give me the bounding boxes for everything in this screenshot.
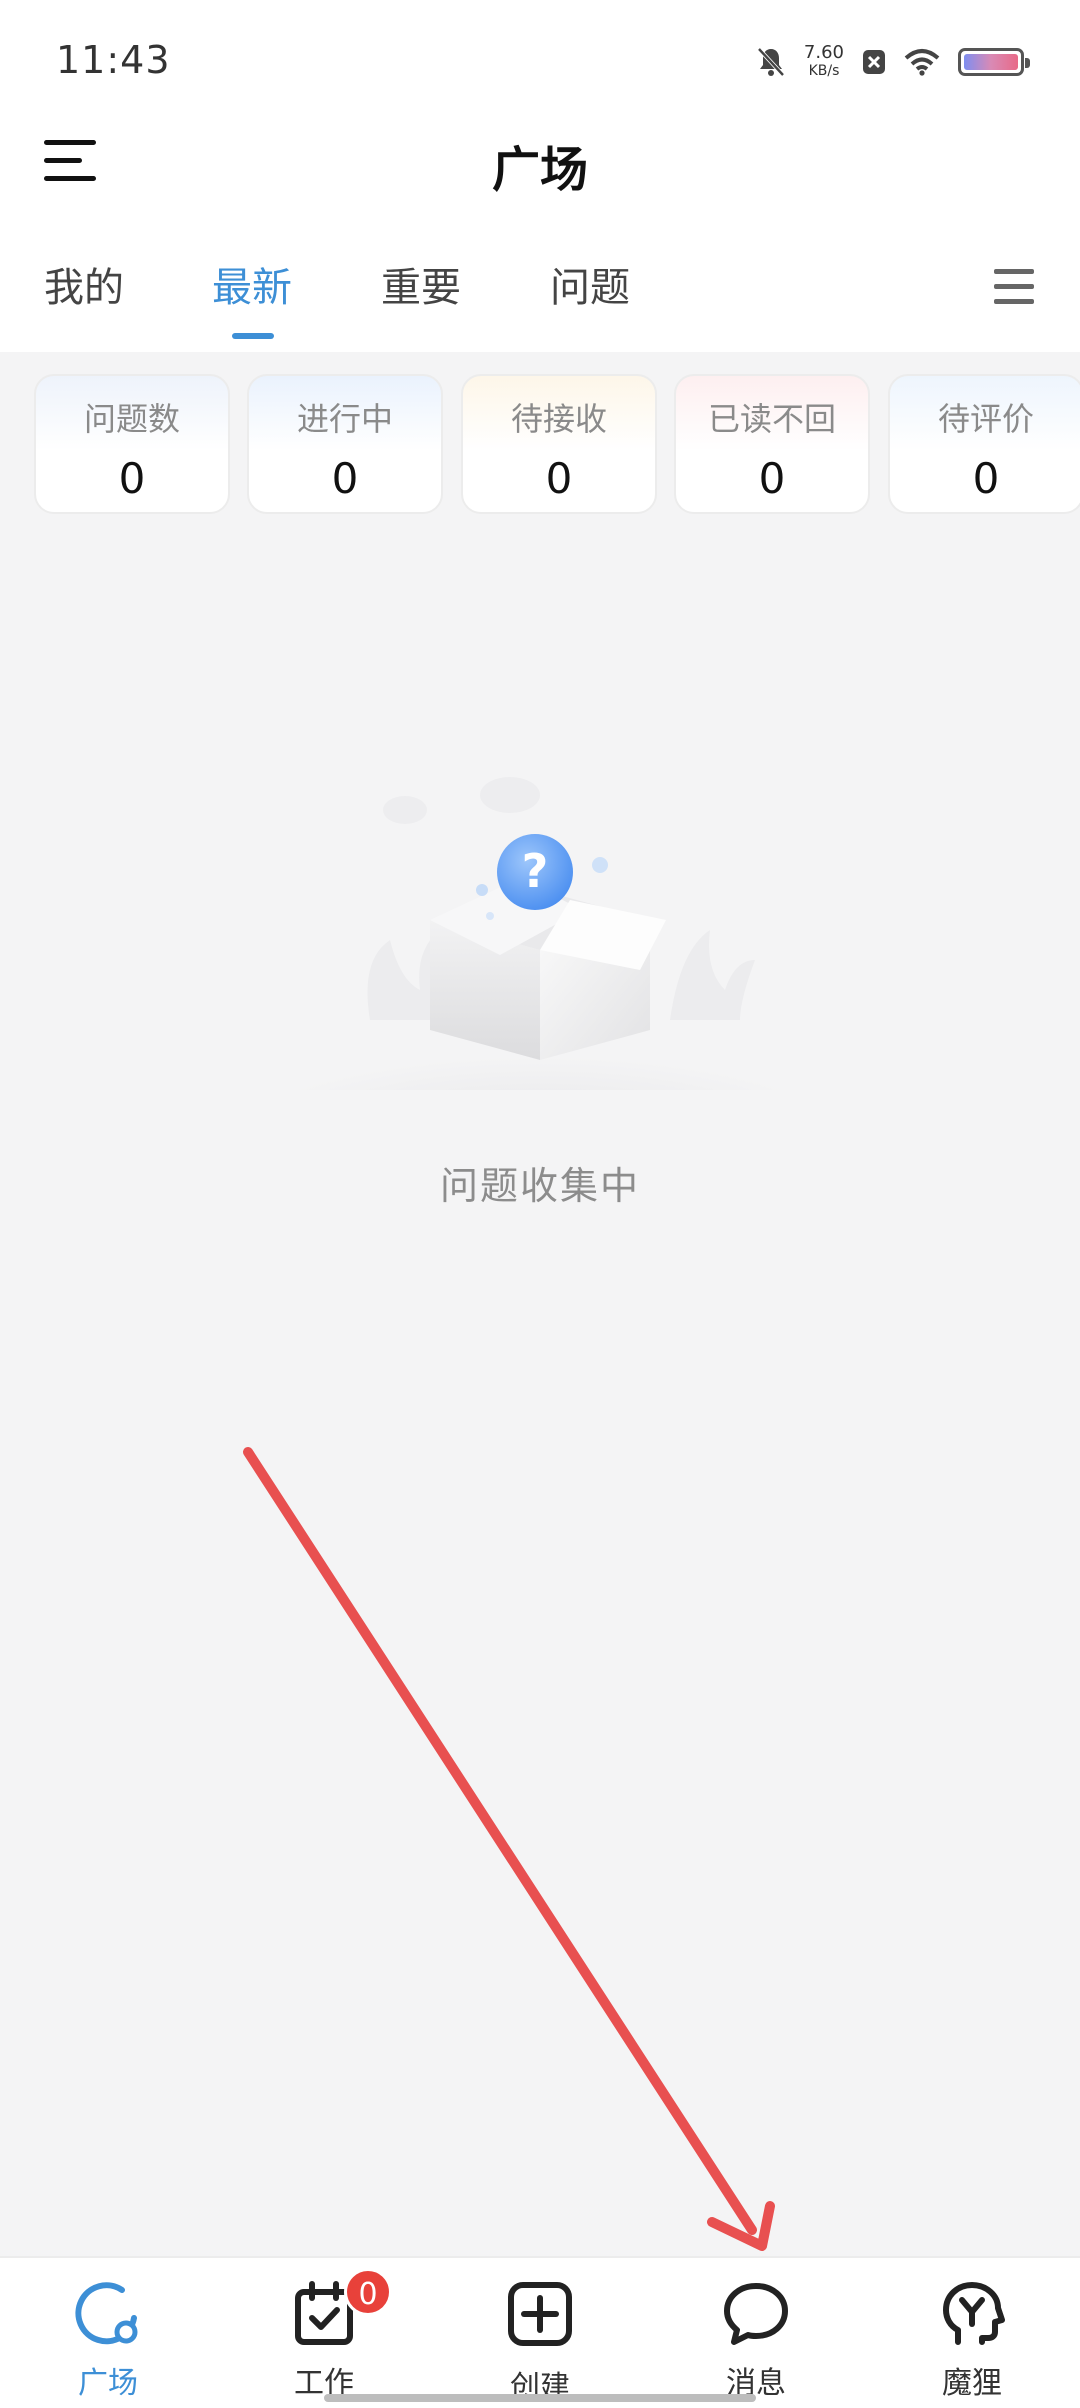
stat-card-questions[interactable]: 问题数 0 [34,374,230,514]
question-mark-glyph: ? [522,844,549,898]
stat-value: 0 [972,454,1000,503]
stat-card-in-progress[interactable]: 进行中 0 [247,374,443,514]
tab-active-indicator [232,333,274,339]
wifi-icon [904,49,940,76]
nav-label: 广场 [78,2366,138,2401]
nav-item-moli[interactable]: 魔狸 [864,2258,1080,2408]
stat-label: 待接收 [510,400,607,438]
stat-value: 0 [118,454,146,503]
page-title: 广场 [491,142,588,198]
top-bar-area: 11:43 7.60 KB/s 广场 我的 最新 重要 问题 [0,0,1080,352]
stat-card-to-evaluate[interactable]: 待评价 0 [888,374,1080,514]
home-indicator[interactable] [324,2394,756,2402]
status-time: 11:43 [56,38,171,82]
nav-item-create[interactable]: 创建 [432,2258,648,2408]
tab-list-menu-icon[interactable] [994,267,1034,307]
close-box-icon [863,50,885,74]
stats-row: 问题数 0 进行中 0 待接收 0 已读不回 0 待评价 0 [34,374,1080,516]
stat-label: 进行中 [296,400,393,438]
plus-square-icon [508,2282,572,2346]
empty-state-text: 问题收集中 [439,1164,640,1208]
tab-latest[interactable]: 最新 [212,255,292,313]
stat-label: 问题数 [83,400,180,438]
status-icons: 7.60 KB/s [756,44,1030,80]
mute-bell-icon [757,47,785,77]
tab-questions[interactable]: 问题 [550,255,630,313]
nav-label: 魔狸 [942,2366,1002,2401]
tab-important[interactable]: 重要 [381,255,461,313]
net-speed-value: 7.60 [803,42,844,63]
net-speed-unit: KB/s [808,63,840,79]
nav-item-plaza[interactable]: 广场 [0,2258,216,2408]
stat-label: 已读不回 [707,400,836,438]
tab-bar: 我的 最新 重要 问题 [0,255,1080,339]
nav-item-work[interactable]: 0 工作 [216,2258,432,2408]
net-speed: 7.60 KB/s [804,44,844,80]
chat-bubble-icon [724,2283,788,2345]
work-badge: 0 [344,2268,392,2316]
empty-box-illustration: ? [280,777,800,1090]
stat-card-to-receive[interactable]: 待接收 0 [461,374,657,514]
stat-value: 0 [331,454,359,503]
battery-icon [958,48,1030,76]
stat-card-read-no-reply[interactable]: 已读不回 0 [674,374,870,514]
stat-value: 0 [545,454,573,503]
plaza-icon [75,2282,138,2345]
bottom-nav: 广场 0 工作 创建 消息 魔狸 [0,2256,1080,2408]
tab-mine[interactable]: 我的 [44,255,124,313]
stat-value: 0 [758,454,786,503]
stat-label: 待评价 [937,400,1034,438]
nav-item-messages[interactable]: 消息 [648,2258,864,2408]
head-brain-icon [943,2282,1005,2345]
